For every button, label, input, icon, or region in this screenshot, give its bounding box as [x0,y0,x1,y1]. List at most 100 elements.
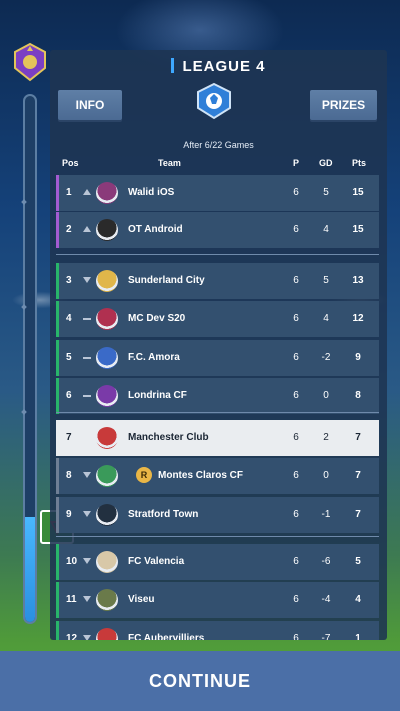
league-progress-fill [25,516,35,622]
move-down-icon [83,511,91,517]
header-pts: Pts [352,158,367,168]
team-crest-icon [96,270,118,292]
row-team: Montes Claros CF [158,470,244,481]
zone-stripe [56,212,59,248]
row-played: 6 [293,556,299,567]
table-row[interactable]: 3 Sunderland City 6 5 13 [56,263,379,299]
row-pos: 8 [66,470,72,481]
row-goal-diff: -1 [321,509,331,520]
header-p: P [293,158,300,168]
table-row[interactable]: 4 MC Dev S20 6 4 12 [56,301,379,337]
row-goal-diff: 0 [323,390,329,401]
row-points: 5 [355,556,361,567]
row-team: Sunderland City [128,275,205,286]
row-team: FC Valencia [128,556,185,567]
row-points: 9 [355,352,361,363]
info-button[interactable]: INFO [58,90,122,120]
row-played: 6 [293,313,299,324]
row-points: 15 [352,224,364,235]
table-row[interactable]: 2 OT Android 6 4 15 [56,212,379,248]
row-goal-diff: -6 [321,556,331,567]
zone-stripe [56,458,59,494]
header-team: Team [158,158,181,168]
row-goal-diff: -4 [321,594,331,605]
row-pos: 11 [66,594,77,605]
no-change-icon [83,318,91,320]
league-table-panel: LEAGUE 4 INFO PRIZES After 6/22 Games Po… [50,50,387,640]
row-points: 12 [352,313,364,324]
team-crest-icon [96,427,118,449]
row-pos: 1 [66,187,72,198]
league-progress-track [23,94,37,624]
zone-divider [56,412,379,413]
row-points: 4 [355,594,361,605]
zone-stripe [56,544,59,580]
team-crest-icon [96,628,118,640]
table-row[interactable]: 1 Walid iOS 6 5 15 [56,175,379,211]
row-played: 6 [293,594,299,605]
row-team: Walid iOS [128,187,175,198]
row-played: 6 [293,224,299,235]
table-row[interactable]: 11 Viseu 6 -4 4 [56,582,379,618]
row-goal-diff: -7 [321,633,331,640]
no-change-icon [83,395,91,397]
prizes-button[interactable]: PRIZES [310,90,377,120]
zone-stripe [56,378,59,414]
table-row[interactable]: 8 R Montes Claros CF 6 0 7 [56,458,379,494]
team-crest-icon [96,465,118,487]
no-change-icon [83,357,91,359]
row-played: 6 [293,352,299,363]
row-played: 6 [293,470,299,481]
team-crest-icon [96,504,118,526]
team-crest-icon [96,308,118,330]
table-row[interactable]: 7 Manchester Club 6 2 7 [56,420,379,456]
league-title-text: LEAGUE 4 [182,58,266,75]
row-played: 6 [293,187,299,198]
league-title: LEAGUE 4 [50,58,387,75]
move-down-icon [83,472,91,478]
team-crest-icon [96,589,118,611]
zone-divider [56,254,379,255]
row-team: Viseu [128,594,155,605]
row-points: 1 [355,633,361,640]
team-crest-icon [96,347,118,369]
table-row[interactable]: 12 FC Aubervilliers 6 -7 1 [56,621,379,640]
row-team: FC Aubervilliers [128,633,205,640]
row-played: 6 [293,633,299,640]
table-row[interactable]: 9 Stratford Town 6 -1 7 [56,497,379,533]
table-row[interactable]: 6 Londrina CF 6 0 8 [56,378,379,414]
row-team: F.C. Amora [128,352,180,363]
row-pos: 2 [66,224,72,235]
move-down-icon [83,596,91,602]
zone-stripe [56,301,59,337]
title-accent-bar [171,58,175,73]
zone-divider [56,536,379,537]
row-points: 7 [355,509,361,520]
team-crest-icon [96,182,118,204]
table-row[interactable]: 5 F.C. Amora 6 -2 9 [56,340,379,376]
row-pos: 10 [66,556,78,567]
league-badge-icon [14,42,46,82]
row-pos: 5 [66,352,72,363]
row-pos: 4 [66,313,72,324]
zone-stripe [56,263,59,299]
continue-button[interactable]: CONTINUE [0,651,400,711]
row-team: OT Android [128,224,183,235]
row-pos: 3 [66,275,72,286]
row-pos: 12 [66,633,78,640]
zone-stripe [56,497,59,533]
row-team: MC Dev S20 [128,313,186,324]
row-played: 6 [293,275,299,286]
row-goal-diff: 4 [323,313,329,324]
move-down-icon [83,635,91,640]
row-team: Manchester Club [128,432,209,443]
row-points: 7 [355,470,361,481]
zone-stripe [56,621,59,640]
row-points: 13 [352,275,364,286]
team-crest-icon [96,385,118,407]
row-team: Londrina CF [128,390,187,401]
table-row[interactable]: 10 FC Valencia 6 -6 5 [56,544,379,580]
row-team: Stratford Town [128,509,199,520]
games-progress: After 6/22 Games [183,140,254,150]
team-crest-icon [96,219,118,241]
